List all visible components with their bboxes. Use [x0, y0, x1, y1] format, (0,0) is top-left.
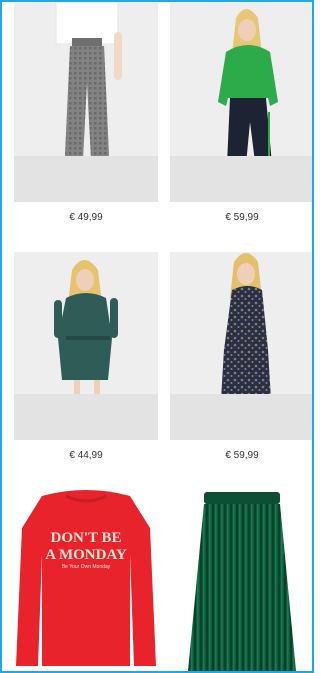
product-card-green-print-dress[interactable]: € 44,99 [14, 252, 158, 472]
sweatshirt-slogan-line1: DON'T BE [51, 530, 122, 546]
product-image[interactable] [170, 490, 312, 671]
product-card-navy-maxi-dress[interactable]: € 59,99 [170, 252, 312, 472]
sweatshirt-slogan-line2: A MONDAY [45, 547, 127, 563]
product-image[interactable] [14, 252, 158, 440]
sweatshirt-slogan-small: Be Your Own Monday [62, 564, 111, 570]
product-image[interactable] [170, 252, 312, 440]
product-price: € 44,99 [69, 450, 103, 461]
product-card-green-pleated-skirt[interactable] [170, 490, 312, 671]
product-image[interactable] [14, 2, 158, 202]
product-card-grey-trousers[interactable]: € 49,99 [14, 2, 158, 232]
product-image[interactable]: DON'T BE A MONDAY Be Your Own Monday [14, 490, 158, 671]
product-image[interactable] [170, 2, 312, 202]
green-pleated-skirt-illustration [188, 492, 296, 671]
product-grid-frame: € 49,99 € 59,99 € 44,99 € 59,99 DON'T BE… [0, 0, 314, 673]
red-sweatshirt-illustration: DON'T BE A MONDAY Be Your Own Monday [16, 490, 156, 666]
product-price: € 59,99 [225, 212, 259, 223]
product-card-red-sweatshirt[interactable]: DON'T BE A MONDAY Be Your Own Monday [14, 490, 158, 671]
product-price: € 59,99 [225, 450, 259, 461]
product-card-green-sweater[interactable]: € 59,99 [170, 2, 312, 232]
product-price: € 49,99 [69, 212, 103, 223]
